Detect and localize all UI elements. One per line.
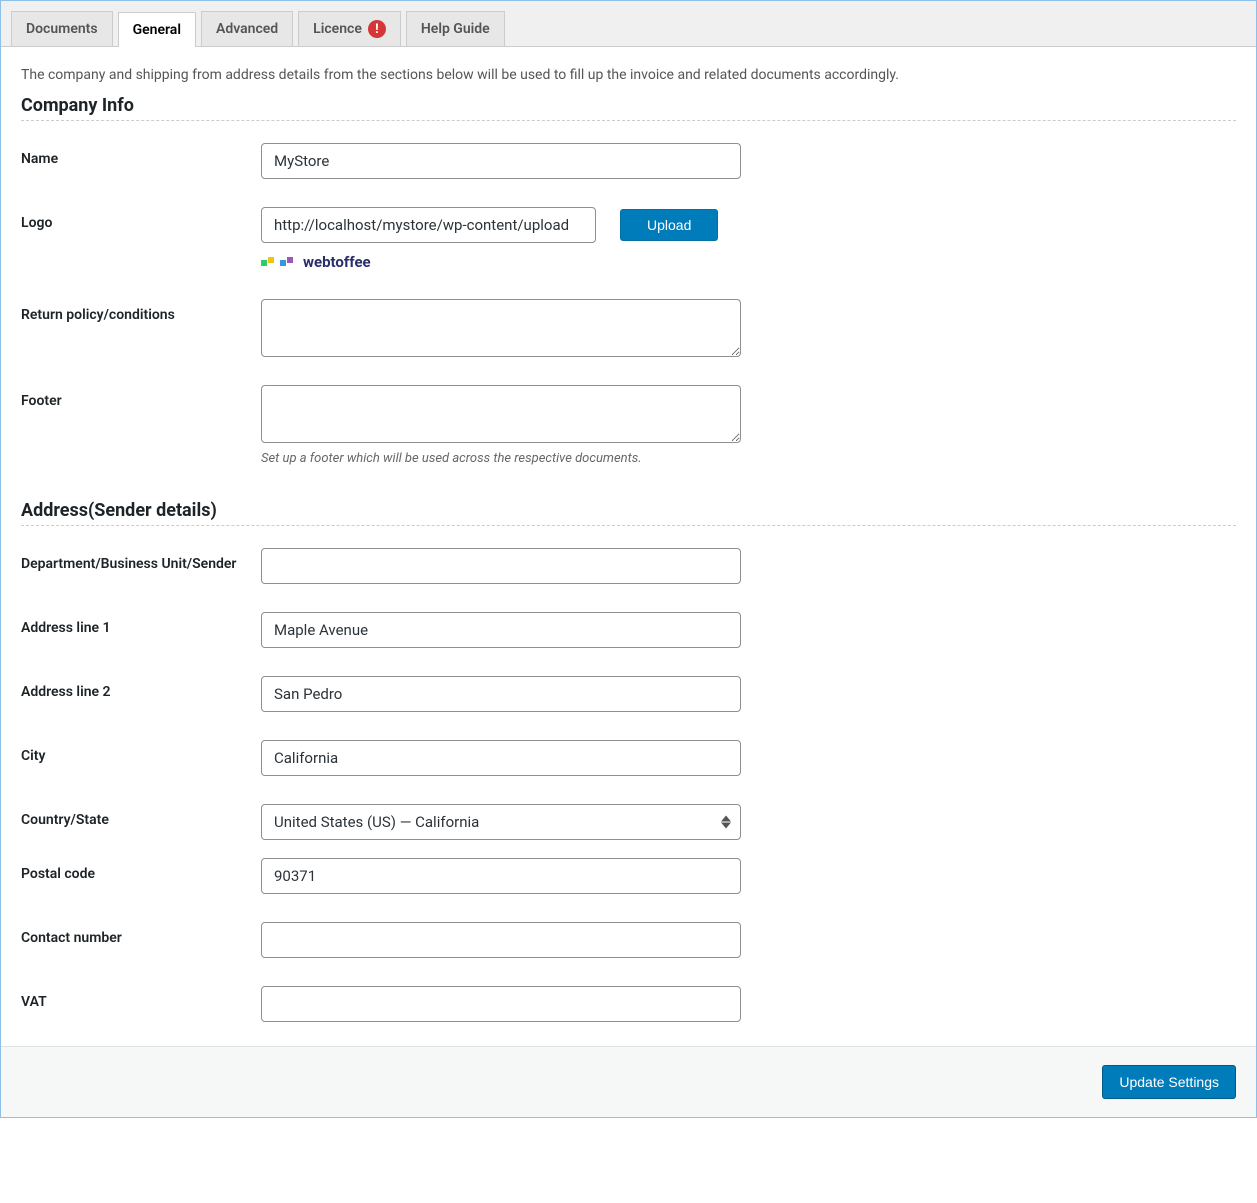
update-settings-button[interactable]: Update Settings xyxy=(1102,1065,1236,1099)
department-input[interactable] xyxy=(261,548,741,584)
return-policy-input[interactable] xyxy=(261,299,741,357)
country-state-select[interactable]: United States (US) — California xyxy=(261,804,741,840)
intro-text: The company and shipping from address de… xyxy=(21,67,1236,83)
department-label: Department/Business Unit/Sender xyxy=(21,548,261,572)
city-input[interactable] xyxy=(261,740,741,776)
return-policy-label: Return policy/conditions xyxy=(21,299,261,323)
tab-documents[interactable]: Documents xyxy=(11,11,113,46)
logo-preview: webtoffee xyxy=(261,253,718,271)
vat-label: VAT xyxy=(21,986,261,1010)
country-state-label: Country/State xyxy=(21,804,261,828)
footer-help-text: Set up a footer which will be used acros… xyxy=(261,451,741,466)
section-address: Address(Sender details) xyxy=(21,500,1236,526)
webtoffee-logo-icon xyxy=(261,254,293,270)
address-line1-input[interactable] xyxy=(261,612,741,648)
postal-code-input[interactable] xyxy=(261,858,741,894)
tab-help-guide[interactable]: Help Guide xyxy=(406,11,505,46)
vat-input[interactable] xyxy=(261,986,741,1022)
address-line1-label: Address line 1 xyxy=(21,612,261,636)
section-company-info: Company Info xyxy=(21,95,1236,121)
address-line2-input[interactable] xyxy=(261,676,741,712)
address-line2-label: Address line 2 xyxy=(21,676,261,700)
footer-input[interactable] xyxy=(261,385,741,443)
contact-number-label: Contact number xyxy=(21,922,261,946)
logo-label: Logo xyxy=(21,207,261,231)
name-label: Name xyxy=(21,143,261,167)
tab-general[interactable]: General xyxy=(118,12,196,47)
tab-bar: Documents General Advanced Licence ! Hel… xyxy=(1,1,1256,47)
postal-code-label: Postal code xyxy=(21,858,261,882)
tab-licence[interactable]: Licence ! xyxy=(298,11,401,46)
name-input[interactable] xyxy=(261,143,741,179)
contact-number-input[interactable] xyxy=(261,922,741,958)
alert-badge-icon: ! xyxy=(368,20,386,38)
upload-button[interactable]: Upload xyxy=(620,209,718,241)
tab-licence-label: Licence xyxy=(313,21,362,37)
logo-brand-text: webtoffee xyxy=(303,253,371,271)
city-label: City xyxy=(21,740,261,764)
logo-url-input[interactable] xyxy=(261,207,596,243)
footer-label: Footer xyxy=(21,385,261,409)
tab-advanced[interactable]: Advanced xyxy=(201,11,293,46)
